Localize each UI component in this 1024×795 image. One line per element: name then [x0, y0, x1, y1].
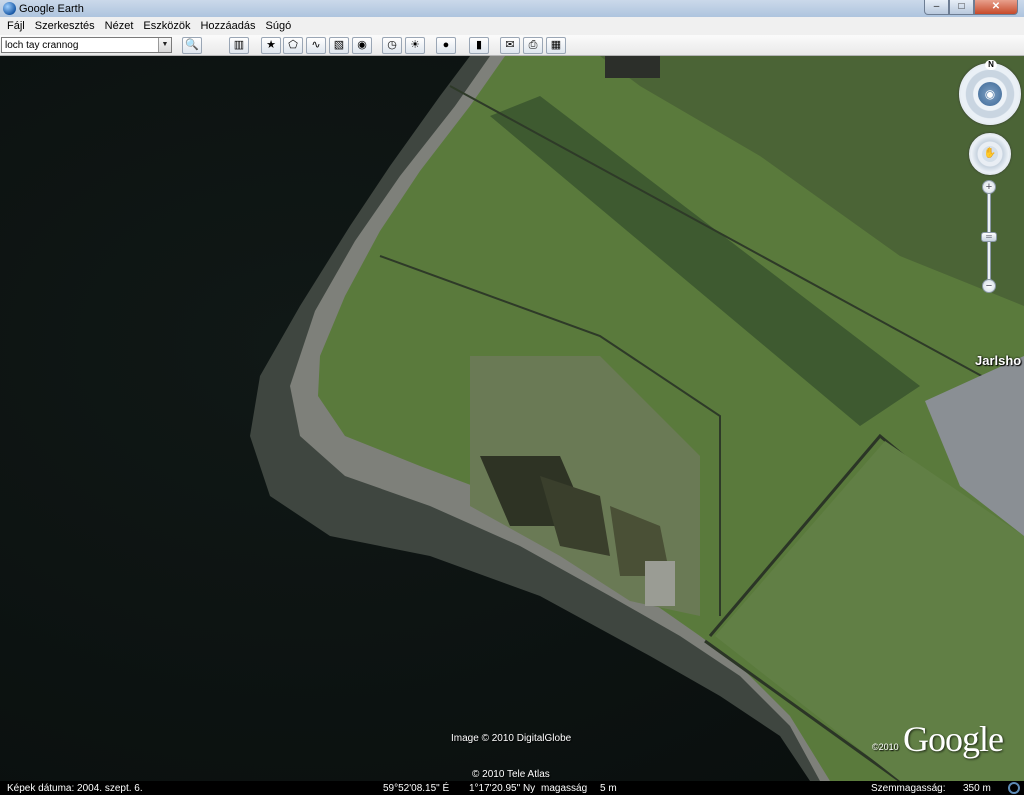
zoom-knob[interactable]: ═ [981, 232, 997, 242]
zoom-out-button[interactable]: − [982, 279, 996, 293]
record-tour-icon[interactable]: ◉ [352, 37, 372, 54]
move-control[interactable]: ✋ [969, 133, 1011, 175]
menu-view[interactable]: Nézet [100, 20, 139, 32]
view-in-maps-icon[interactable]: ▦ [546, 37, 566, 54]
map-view[interactable]: N ◉ ✋ + ═ − Jarlsho Image © 2010 Digital… [0, 56, 1024, 781]
menu-tools[interactable]: Eszközök [138, 20, 195, 32]
image-credit: Image © 2010 DigitalGlobe [451, 733, 572, 744]
add-placemark-icon[interactable]: ★ [261, 37, 281, 54]
look-joystick-icon[interactable]: ◉ [978, 82, 1002, 106]
sidebar-icon[interactable]: ▥ [229, 37, 249, 54]
window-controls: – □ ✕ [924, 0, 1018, 15]
sunlight-icon[interactable]: ☀ [405, 37, 425, 54]
menu-edit[interactable]: Szerkesztés [30, 20, 100, 32]
google-logo: Google [903, 719, 1004, 759]
google-earth-logo-icon [3, 2, 16, 15]
menu-bar: Fájl Szerkesztés Nézet Eszközök Hozzáadá… [0, 17, 1024, 35]
streaming-indicator-icon [1008, 782, 1020, 794]
menu-file[interactable]: Fájl [2, 20, 30, 32]
add-path-icon[interactable]: ∿ [306, 37, 326, 54]
data-credit: © 2010 Tele Atlas [472, 769, 550, 780]
historical-imagery-icon[interactable]: ◷ [382, 37, 402, 54]
farm-building [605, 56, 660, 78]
close-button[interactable]: ✕ [974, 0, 1018, 15]
elevation-value: 5 m [600, 783, 617, 794]
zoom-slider[interactable]: + ═ − [980, 180, 998, 296]
compass-north-label[interactable]: N [985, 60, 997, 70]
building [645, 561, 675, 606]
email-icon[interactable]: ✉ [500, 37, 520, 54]
place-label[interactable]: Jarlsho [975, 353, 1021, 368]
elevation-label: magasság [541, 783, 588, 794]
hand-icon[interactable]: ✋ [982, 146, 998, 162]
eye-altitude-value: 350 m [963, 783, 991, 794]
search-icon[interactable]: 🔍 [182, 37, 202, 54]
window-title: Google Earth [19, 2, 84, 15]
zoom-in-button[interactable]: + [982, 180, 996, 194]
look-control[interactable]: N ◉ [959, 60, 1021, 125]
menu-add[interactable]: Hozzáadás [195, 20, 260, 32]
search-history-dropdown[interactable]: ▼ [158, 38, 171, 52]
eye-altitude-label: Szemmagasság: [871, 783, 946, 794]
imagery-date: Képek dátuma: 2004. szept. 6. [7, 783, 143, 794]
print-icon[interactable]: ⎙ [523, 37, 543, 54]
title-bar: Google Earth – □ ✕ [0, 0, 1024, 17]
maximize-button[interactable]: □ [949, 0, 974, 15]
add-image-overlay-icon[interactable]: ▧ [329, 37, 349, 54]
toolbar: ▼ 🔍 ▥ ★ ⬠ ∿ ▧ ◉ ◷ ☀ ● ▮ ✉ ⎙ ▦ [0, 35, 1024, 56]
menu-help[interactable]: Súgó [261, 20, 297, 32]
logo-year: ©2010 [872, 742, 899, 752]
minimize-button[interactable]: – [924, 0, 949, 15]
add-polygon-icon[interactable]: ⬠ [283, 37, 303, 54]
status-bar: Képek dátuma: 2004. szept. 6. 59°52'08.1… [0, 781, 1024, 795]
ruler-icon[interactable]: ▮ [469, 37, 489, 54]
longitude-readout: 1°17'20.95" Ny [469, 783, 536, 794]
planets-icon[interactable]: ● [436, 37, 456, 54]
search-input[interactable] [1, 37, 172, 53]
satellite-imagery [0, 56, 1024, 781]
latitude-readout: 59°52'08.15" É [383, 783, 450, 794]
